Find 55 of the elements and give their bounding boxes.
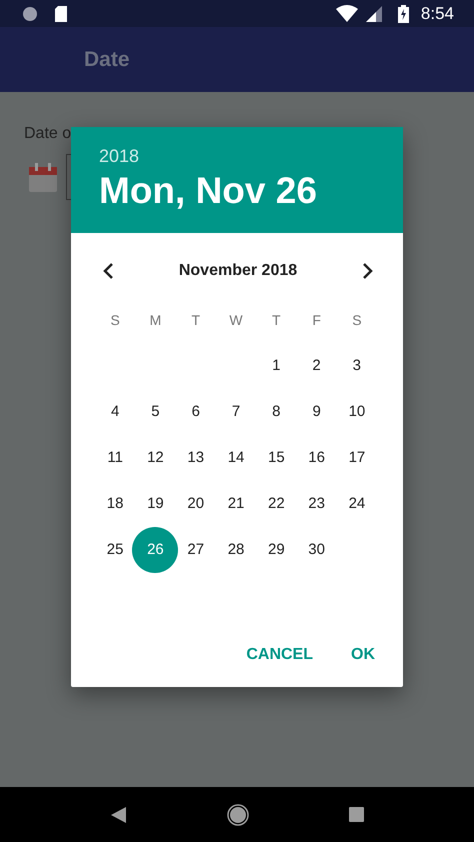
calendar-day[interactable]: 10 bbox=[340, 389, 374, 435]
status-dot-icon bbox=[22, 6, 38, 22]
calendar-day[interactable]: 20 bbox=[178, 481, 213, 527]
weekday-label: T bbox=[272, 310, 281, 330]
calendar-day[interactable]: 11 bbox=[98, 435, 132, 481]
month-title: November 2018 bbox=[178, 261, 298, 281]
selected-day[interactable]: 26 bbox=[132, 527, 178, 573]
weekday-label: F bbox=[312, 310, 321, 330]
calendar-day[interactable]: 7 bbox=[219, 389, 254, 435]
battery-icon bbox=[398, 4, 409, 22]
calendar-day[interactable]: 15 bbox=[259, 435, 294, 481]
wifi-icon bbox=[336, 5, 358, 22]
signal-icon bbox=[366, 6, 382, 22]
calendar-day[interactable]: 1 bbox=[259, 343, 294, 389]
calendar-day[interactable]: 6 bbox=[178, 389, 213, 435]
recents-icon[interactable] bbox=[348, 807, 364, 822]
calendar-day[interactable]: 4 bbox=[98, 389, 132, 435]
field-label: Date o bbox=[24, 124, 72, 144]
calendar-day[interactable]: 29 bbox=[259, 527, 294, 573]
calendar-day[interactable]: 24 bbox=[340, 481, 374, 527]
calendar-day[interactable]: 5 bbox=[138, 389, 172, 435]
calendar-day[interactable]: 17 bbox=[340, 435, 374, 481]
header-date[interactable]: Mon, Nov 26 bbox=[99, 169, 403, 213]
calendar-day[interactable]: 16 bbox=[300, 435, 334, 481]
calendar-day[interactable]: 13 bbox=[178, 435, 213, 481]
calendar-day[interactable]: 18 bbox=[98, 481, 132, 527]
weekday-label: W bbox=[229, 310, 243, 330]
weekday-label: M bbox=[150, 310, 162, 330]
calendar-day[interactable]: 8 bbox=[259, 389, 294, 435]
calendar-day[interactable]: 14 bbox=[219, 435, 254, 481]
home-icon[interactable] bbox=[226, 804, 248, 826]
calendar-day[interactable]: 9 bbox=[300, 389, 334, 435]
calendar-day[interactable]: 19 bbox=[138, 481, 172, 527]
calendar-day[interactable]: 28 bbox=[219, 527, 254, 573]
calendar-day[interactable]: 25 bbox=[98, 527, 132, 573]
calendar-day[interactable]: 2 bbox=[300, 343, 334, 389]
ok-button[interactable]: OK bbox=[351, 643, 375, 667]
weekday-label: S bbox=[352, 310, 362, 330]
calendar-day[interactable]: 12 bbox=[138, 435, 172, 481]
calendar-day[interactable]: 23 bbox=[300, 481, 334, 527]
cancel-button[interactable]: CANCEL bbox=[246, 643, 313, 667]
back-icon[interactable] bbox=[110, 806, 126, 822]
calendar-day[interactable]: 27 bbox=[178, 527, 213, 573]
clock-time: 8:54 bbox=[420, 2, 454, 25]
weekday-label: T bbox=[191, 310, 200, 330]
calendar-day[interactable]: 30 bbox=[300, 527, 334, 573]
calendar-day[interactable]: 22 bbox=[259, 481, 294, 527]
calendar-day[interactable]: 21 bbox=[219, 481, 254, 527]
chevron-right-icon[interactable] bbox=[362, 263, 373, 279]
weekday-label: S bbox=[110, 310, 120, 330]
chevron-left-icon[interactable] bbox=[103, 263, 114, 279]
calendar-day[interactable]: 3 bbox=[340, 343, 374, 389]
calendar-icon bbox=[28, 161, 58, 193]
app-bar-title: Date bbox=[84, 46, 130, 73]
sd-card-icon bbox=[54, 6, 68, 22]
